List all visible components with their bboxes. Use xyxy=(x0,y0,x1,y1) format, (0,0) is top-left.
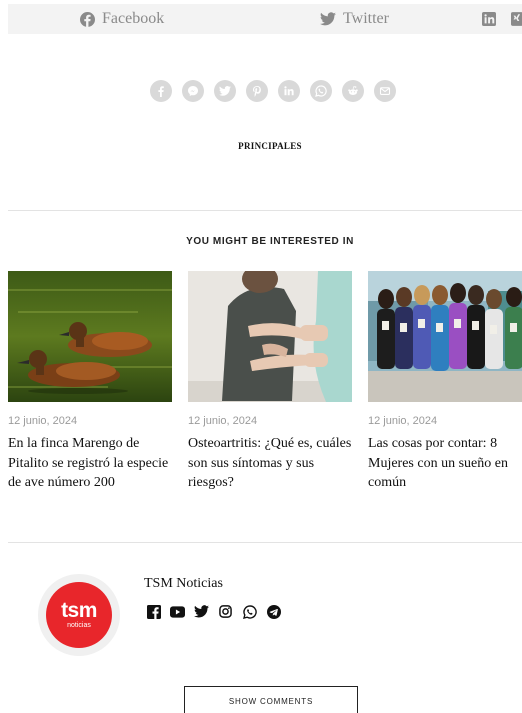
whatsapp-icon[interactable] xyxy=(310,80,332,102)
tsm-logo: tsm noticias xyxy=(46,582,112,648)
messenger-icon[interactable] xyxy=(182,80,204,102)
social-share-row xyxy=(150,80,396,102)
author-name[interactable]: TSM Noticias xyxy=(144,576,223,592)
share-xing-button[interactable] xyxy=(511,4,522,34)
author-social-links xyxy=(146,604,281,619)
facebook-icon[interactable] xyxy=(150,80,172,102)
card-title[interactable]: Las cosas por contar: 8 Mujeres con un s… xyxy=(368,434,522,493)
share-bar: Facebook Twitter xyxy=(8,4,522,34)
card-image-women-group[interactable] xyxy=(368,271,522,402)
card-image-back-pain[interactable] xyxy=(188,271,352,402)
related-card[interactable]: 12 junio, 2024 En la finca Marengo de Pi… xyxy=(8,271,172,493)
related-heading: YOU MIGHT BE INTERESTED IN xyxy=(186,236,354,247)
divider xyxy=(8,542,522,543)
tag-principales[interactable]: PRINCIPALES xyxy=(0,141,522,151)
card-date: 12 junio, 2024 xyxy=(8,415,78,427)
facebook-icon xyxy=(80,11,95,27)
card-title[interactable]: En la finca Marengo de Pitalito se regis… xyxy=(8,434,174,493)
linkedin-icon xyxy=(482,12,496,26)
share-facebook-label: Facebook xyxy=(102,10,165,27)
telegram-icon[interactable] xyxy=(266,604,281,619)
logo-text: tsm xyxy=(61,598,97,622)
facebook-icon[interactable] xyxy=(146,604,161,619)
divider xyxy=(8,210,522,211)
linkedin-icon[interactable] xyxy=(278,80,300,102)
share-twitter-label: Twitter xyxy=(343,10,389,27)
whatsapp-icon[interactable] xyxy=(242,604,257,619)
share-twitter-button[interactable]: Twitter xyxy=(320,4,389,34)
youtube-icon[interactable] xyxy=(170,604,185,619)
share-linkedin-button[interactable] xyxy=(482,4,496,34)
email-icon[interactable] xyxy=(374,80,396,102)
instagram-icon[interactable] xyxy=(218,604,233,619)
author-avatar[interactable]: tsm noticias xyxy=(38,574,120,656)
twitter-icon[interactable] xyxy=(214,80,236,102)
xing-icon xyxy=(511,12,522,26)
reddit-icon[interactable] xyxy=(342,80,364,102)
show-comments-button[interactable]: SHOW COMMENTS xyxy=(184,686,358,713)
card-image-ducks[interactable] xyxy=(8,271,172,402)
card-title[interactable]: Osteoartritis: ¿Qué es, cuáles son sus s… xyxy=(188,434,354,493)
logo-subtext: noticias xyxy=(67,621,91,629)
share-facebook-button[interactable]: Facebook xyxy=(80,4,164,34)
related-card[interactable]: 12 junio, 2024 Las cosas por contar: 8 M… xyxy=(368,271,522,493)
related-card[interactable]: 12 junio, 2024 Osteoartritis: ¿Qué es, c… xyxy=(188,271,352,493)
card-date: 12 junio, 2024 xyxy=(368,415,438,427)
card-date: 12 junio, 2024 xyxy=(188,415,258,427)
twitter-icon[interactable] xyxy=(194,604,209,619)
pinterest-icon[interactable] xyxy=(246,80,268,102)
twitter-icon xyxy=(320,12,336,26)
